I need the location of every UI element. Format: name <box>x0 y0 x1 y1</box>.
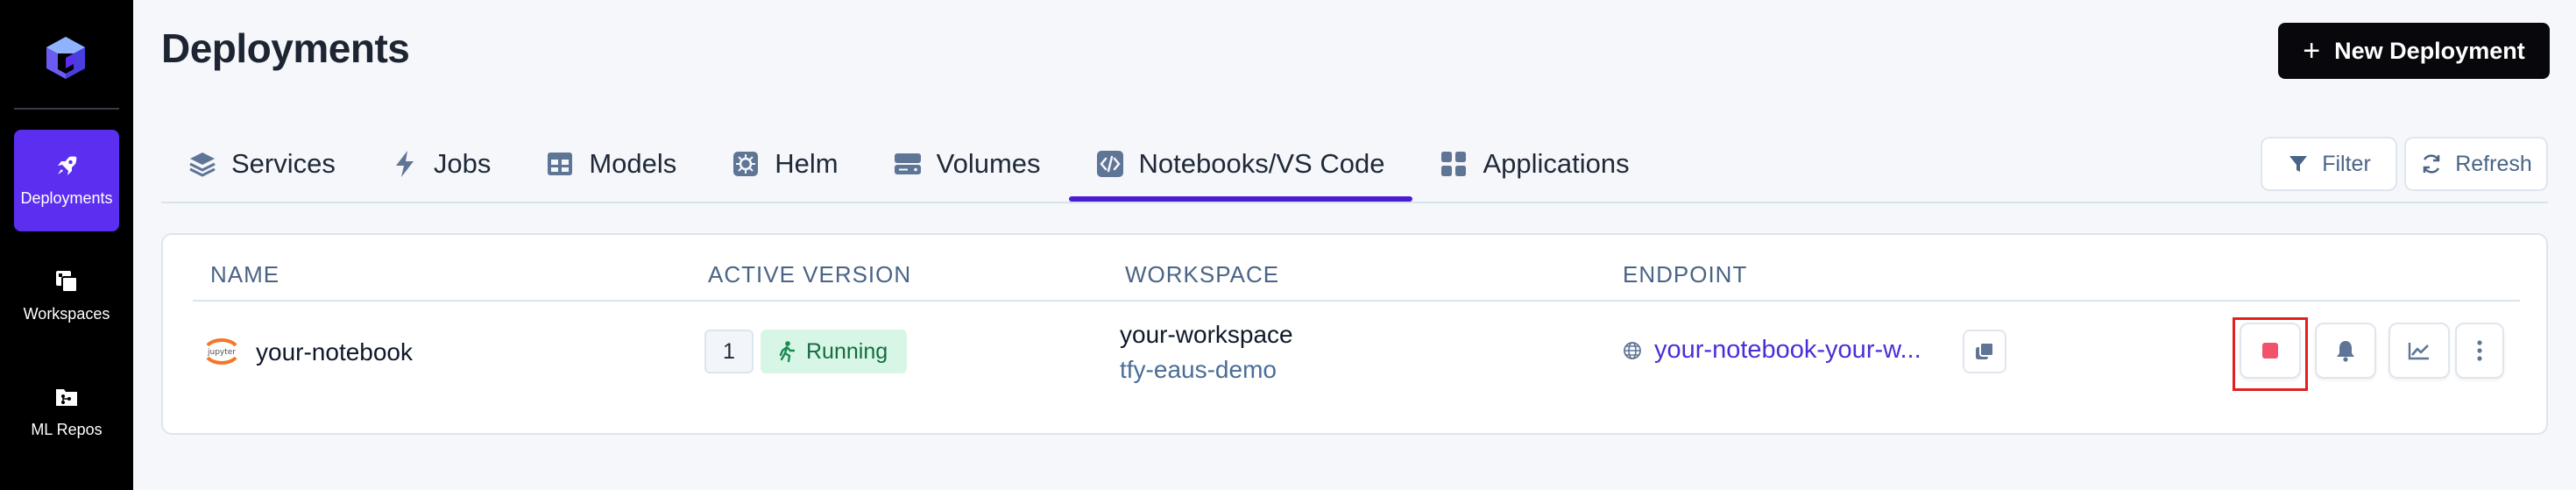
workspace-name[interactable]: your-workspace <box>1120 321 1293 349</box>
tab-applications[interactable]: Applications <box>1412 131 1657 196</box>
deployment-tabs: Services Jobs Models Helm Volumes Notebo… <box>161 131 1658 203</box>
alerts-button[interactable] <box>2315 323 2376 379</box>
helm-icon <box>731 149 761 179</box>
plus-icon: + <box>2303 34 2321 67</box>
hard-drive-icon <box>893 149 923 179</box>
tab-label: Helm <box>775 148 839 179</box>
lightning-icon <box>390 149 420 179</box>
tab-label: Notebooks/VS Code <box>1138 148 1385 179</box>
truefoundry-logo-icon[interactable] <box>43 35 88 81</box>
globe-icon <box>1624 342 1641 359</box>
tab-label: Applications <box>1483 148 1630 179</box>
workspaces-icon <box>56 271 78 293</box>
jupyter-logo-text: jupyter <box>207 348 236 357</box>
more-options-button[interactable] <box>2455 323 2504 379</box>
new-deployment-label: New Deployment <box>2334 37 2525 64</box>
folder-git-icon <box>56 389 77 406</box>
copy-endpoint-button[interactable] <box>1963 330 2006 373</box>
table-icon <box>545 149 575 179</box>
refresh-label: Refresh <box>2455 151 2532 176</box>
tab-volumes[interactable]: Volumes <box>867 131 1069 196</box>
filter-label: Filter <box>2322 151 2371 176</box>
tab-label: Models <box>589 148 677 179</box>
tab-jobs[interactable]: Jobs <box>364 131 519 196</box>
sidebar-divider <box>14 108 119 110</box>
tab-label: Services <box>231 148 336 179</box>
tab-services[interactable]: Services <box>161 131 364 196</box>
sidebar-item-workspaces[interactable]: Workspaces <box>14 245 119 347</box>
new-deployment-button[interactable]: + New Deployment <box>2278 23 2550 79</box>
rocket-icon <box>58 156 77 175</box>
column-header-name: NAME <box>210 261 280 288</box>
chart-icon <box>2408 343 2429 360</box>
status-label: Running <box>806 338 888 364</box>
column-header-endpoint: ENDPOINT <box>1623 261 1748 288</box>
filter-icon <box>2289 156 2308 172</box>
endpoint-link[interactable]: your-notebook-your-w... <box>1654 336 1921 365</box>
refresh-icon <box>2423 154 2440 174</box>
tab-notebooks-vs-code[interactable]: Notebooks/VS Code <box>1068 131 1413 202</box>
sidebar-item-label: Workspaces <box>23 305 110 323</box>
more-vertical-icon <box>2477 340 2482 361</box>
cluster-name[interactable]: tfy-eaus-demo <box>1120 356 1277 384</box>
page-title: Deployments <box>161 25 410 71</box>
copy-icon <box>1976 342 1994 359</box>
column-header-workspace: WORKSPACE <box>1125 261 1280 288</box>
version-badge[interactable]: 1 <box>704 330 754 373</box>
sidebar: Deployments Workspaces ML Repos <box>0 0 133 490</box>
sidebar-item-label: Deployments <box>20 189 113 207</box>
tab-label: Jobs <box>433 148 492 179</box>
metrics-button[interactable] <box>2388 323 2450 379</box>
column-header-active-version: ACTIVE VERSION <box>708 261 912 288</box>
grid-icon <box>1439 149 1468 179</box>
stop-button-highlight <box>2233 317 2308 391</box>
jupyter-icon: jupyter <box>206 338 237 365</box>
tabs-divider <box>161 202 2548 203</box>
deployments-table: NAME ACTIVE VERSION WORKSPACE ENDPOINT j… <box>161 233 2548 435</box>
sidebar-item-deployments[interactable]: Deployments <box>14 130 119 231</box>
tab-helm[interactable]: Helm <box>704 131 866 196</box>
running-person-icon <box>779 341 796 363</box>
status-badge: Running <box>761 330 908 373</box>
code-icon <box>1095 149 1125 179</box>
tab-models[interactable]: Models <box>519 131 704 196</box>
layers-icon <box>188 149 217 179</box>
bell-icon <box>2337 341 2354 362</box>
tab-label: Volumes <box>936 148 1041 179</box>
refresh-button[interactable]: Refresh <box>2404 137 2548 191</box>
table-header-divider <box>193 300 2520 302</box>
sidebar-item-label: ML Repos <box>31 421 103 438</box>
deployment-name[interactable]: your-notebook <box>256 338 413 366</box>
sidebar-item-ml-repos[interactable]: ML Repos <box>14 361 119 463</box>
filter-button[interactable]: Filter <box>2261 137 2397 191</box>
